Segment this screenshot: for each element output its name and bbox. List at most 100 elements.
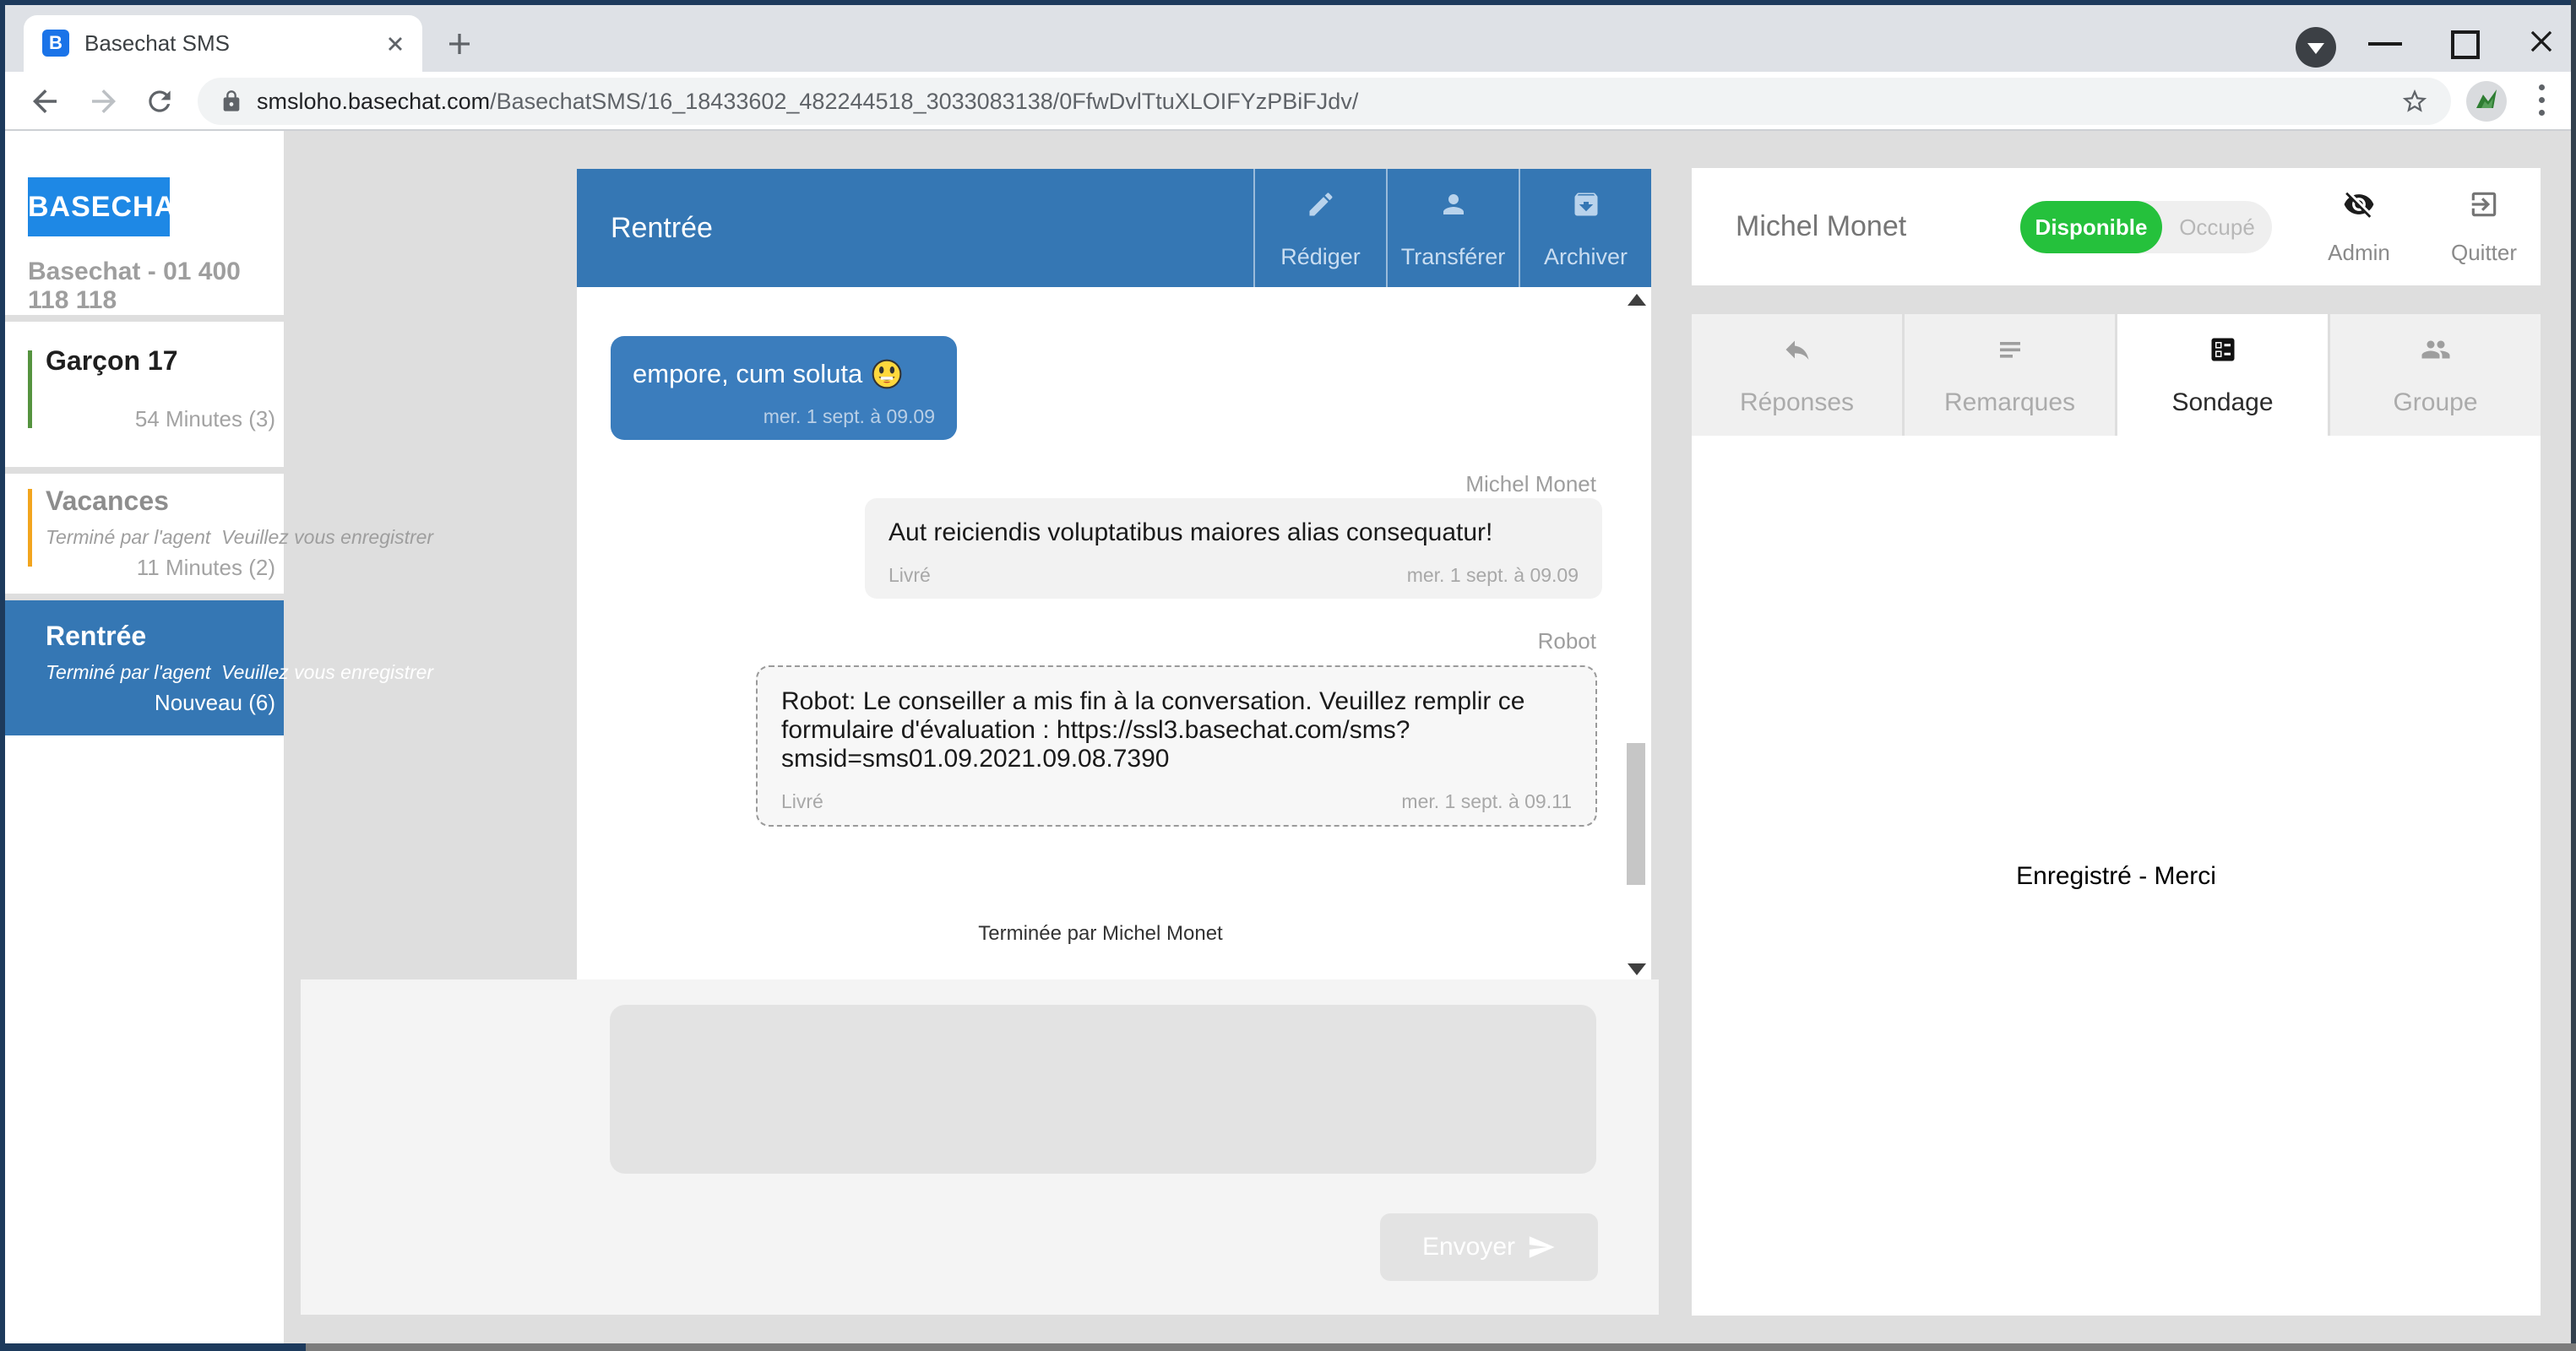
scrollbar-thumb[interactable] bbox=[1627, 743, 1645, 885]
grinning-emoji-icon bbox=[871, 358, 903, 390]
browser-toolbar: smsloho.basechat.com/BasechatSMS/16_1843… bbox=[5, 72, 2571, 131]
send-button[interactable]: Envoyer bbox=[1380, 1213, 1598, 1281]
transfer-label: Transférer bbox=[1400, 244, 1506, 269]
basechat-logo: BASECHAT bbox=[28, 177, 191, 236]
browser-menu-icon[interactable] bbox=[2537, 83, 2546, 120]
url-host: smsloho.basechat.com bbox=[257, 89, 491, 114]
message-time: mer. 1 sept. à 09.09 bbox=[1406, 564, 1579, 586]
message-time: mer. 1 sept. à 09.09 bbox=[763, 405, 935, 427]
reply-icon bbox=[1782, 334, 1812, 365]
chrome-update-chip[interactable] bbox=[2296, 27, 2336, 68]
profile-avatar[interactable] bbox=[2466, 81, 2507, 122]
survey-status-text: Enregistré - Merci bbox=[2016, 862, 2216, 890]
status-bar-orange bbox=[28, 489, 32, 567]
ballot-icon bbox=[2208, 334, 2238, 365]
survey-panel: Enregistré - Merci bbox=[1692, 436, 2541, 1316]
agent-header: Michel Monet Disponible Occupé Admin Qui… bbox=[1692, 168, 2541, 285]
conversation-subtitle: Terminé par l'agent Veuillez vous enregi… bbox=[46, 661, 434, 683]
bookmark-star-icon[interactable] bbox=[2400, 87, 2429, 116]
new-tab-icon[interactable] bbox=[444, 29, 475, 59]
pencil-icon bbox=[1306, 189, 1336, 220]
tab-label: Groupe bbox=[2393, 388, 2478, 416]
conversation-item-rentree[interactable]: Rentrée Terminé par l'agent Veuillez vou… bbox=[5, 600, 433, 735]
chat-actions: Rédiger Transférer Archiver bbox=[1253, 169, 1651, 287]
divider bbox=[5, 594, 284, 600]
lock-icon bbox=[220, 90, 243, 113]
message-text: Aut reiciendis voluptatibus maiores alia… bbox=[889, 518, 1493, 546]
compose-button[interactable]: Rédiger bbox=[1253, 169, 1386, 287]
quit-label: Quitter bbox=[2450, 240, 2518, 265]
exit-icon bbox=[2468, 188, 2500, 220]
tab-close-icon[interactable] bbox=[383, 32, 407, 56]
message-time: mer. 1 sept. à 09.11 bbox=[1401, 790, 1572, 812]
message-list: empore, cum soluta mer. 1 sept. à 09.09 … bbox=[577, 287, 1651, 982]
status-busy-button[interactable]: Occupé bbox=[2162, 201, 2272, 253]
forward-icon[interactable] bbox=[86, 84, 122, 119]
messages-scrollbar bbox=[1624, 290, 1649, 979]
conversation-item-garcon17[interactable]: Garçon 17 54 Minutes (3) bbox=[5, 322, 284, 467]
scroll-up-icon[interactable] bbox=[1628, 294, 1646, 306]
robot-message: Robot: Le conseiller a mis fin à la conv… bbox=[756, 665, 1597, 827]
window-maximize-icon[interactable] bbox=[2451, 30, 2480, 59]
divider bbox=[5, 467, 284, 474]
people-icon bbox=[2421, 334, 2451, 365]
person-icon bbox=[1438, 189, 1469, 220]
tab-label: Réponses bbox=[1739, 388, 1855, 416]
chat-header: Rentrée Rédiger Transférer Archiver bbox=[577, 169, 1651, 287]
message-status: Livré bbox=[889, 564, 931, 586]
archive-button[interactable]: Archiver bbox=[1519, 169, 1651, 287]
favicon: B bbox=[42, 30, 69, 57]
chat-title: Rentrée bbox=[611, 212, 713, 244]
back-icon[interactable] bbox=[27, 84, 62, 119]
window-minimize-icon[interactable] bbox=[2368, 42, 2402, 46]
url-text: smsloho.basechat.com/BasechatSMS/16_1843… bbox=[257, 78, 1358, 125]
status-toggle: Disponible Occupé bbox=[2020, 201, 2272, 253]
tab-reponses[interactable]: Réponses bbox=[1692, 314, 1902, 436]
tab-label: Sondage bbox=[2171, 388, 2274, 416]
conversation-title: Vacances bbox=[46, 486, 169, 516]
admin-button[interactable]: Admin bbox=[2317, 185, 2401, 269]
browser-tabstrip: B Basechat SMS bbox=[5, 5, 2571, 72]
admin-label: Admin bbox=[2328, 240, 2390, 265]
conversation-meta: Nouveau (6) bbox=[154, 690, 275, 715]
chat-card: Rentrée Rédiger Transférer Archiver empo… bbox=[577, 169, 1651, 982]
url-bar[interactable]: smsloho.basechat.com/BasechatSMS/16_1843… bbox=[198, 78, 2451, 125]
account-number: Basechat - 01 400 118 118 bbox=[28, 258, 241, 314]
agent-name: Michel Monet bbox=[1736, 210, 1907, 242]
page: BASECHAT Basechat - 01 400 118 118 Garço… bbox=[5, 131, 2571, 1343]
tab-groupe[interactable]: Groupe bbox=[2330, 314, 2541, 436]
sender-label: Robot bbox=[1537, 628, 1596, 654]
quit-button[interactable]: Quitter bbox=[2442, 185, 2526, 269]
transfer-button[interactable]: Transférer bbox=[1386, 169, 1519, 287]
tab-label: Remarques bbox=[1943, 388, 2076, 416]
notes-icon bbox=[1995, 334, 2025, 365]
screen: B Basechat SMS smsloho.basechat.com/Base… bbox=[0, 0, 2576, 1351]
browser-tab[interactable]: B Basechat SMS bbox=[24, 15, 422, 72]
window-border-bottom-right bbox=[306, 1343, 2576, 1351]
window-close-icon[interactable] bbox=[2525, 25, 2557, 57]
refresh-icon[interactable] bbox=[144, 85, 176, 117]
compose-label: Rédiger bbox=[1280, 244, 1361, 269]
conversation-title: Garçon 17 bbox=[46, 345, 178, 376]
eye-off-icon bbox=[2343, 188, 2375, 220]
window-border-left bbox=[0, 0, 5, 1351]
incoming-message: Aut reiciendis voluptatibus maiores alia… bbox=[865, 498, 1602, 599]
agent-tabs: Réponses Remarques Sondage Groupe bbox=[1692, 314, 2541, 436]
sender-label: Michel Monet bbox=[1465, 471, 1596, 496]
archive-label: Archiver bbox=[1543, 244, 1628, 269]
conversation-meta: 54 Minutes (3) bbox=[134, 406, 275, 431]
message-status: Livré bbox=[781, 790, 823, 812]
send-label: Envoyer bbox=[1421, 1233, 1516, 1261]
tab-title: Basechat SMS bbox=[84, 30, 230, 56]
message-text: Robot: Le conseiller a mis fin à la conv… bbox=[781, 687, 1525, 773]
message-input[interactable] bbox=[610, 1005, 1596, 1174]
window-border-top bbox=[0, 0, 2576, 5]
status-bar-green bbox=[28, 350, 32, 428]
tab-remarques[interactable]: Remarques bbox=[1905, 314, 2115, 436]
scroll-down-icon[interactable] bbox=[1628, 963, 1646, 975]
archive-icon bbox=[1571, 189, 1601, 220]
conversation-item-vacances[interactable]: Vacances Terminé par l'agent Veuillez vo… bbox=[5, 474, 433, 594]
status-available-button[interactable]: Disponible bbox=[2020, 201, 2162, 253]
send-icon bbox=[1527, 1233, 1556, 1261]
tab-sondage[interactable]: Sondage bbox=[2117, 314, 2328, 436]
